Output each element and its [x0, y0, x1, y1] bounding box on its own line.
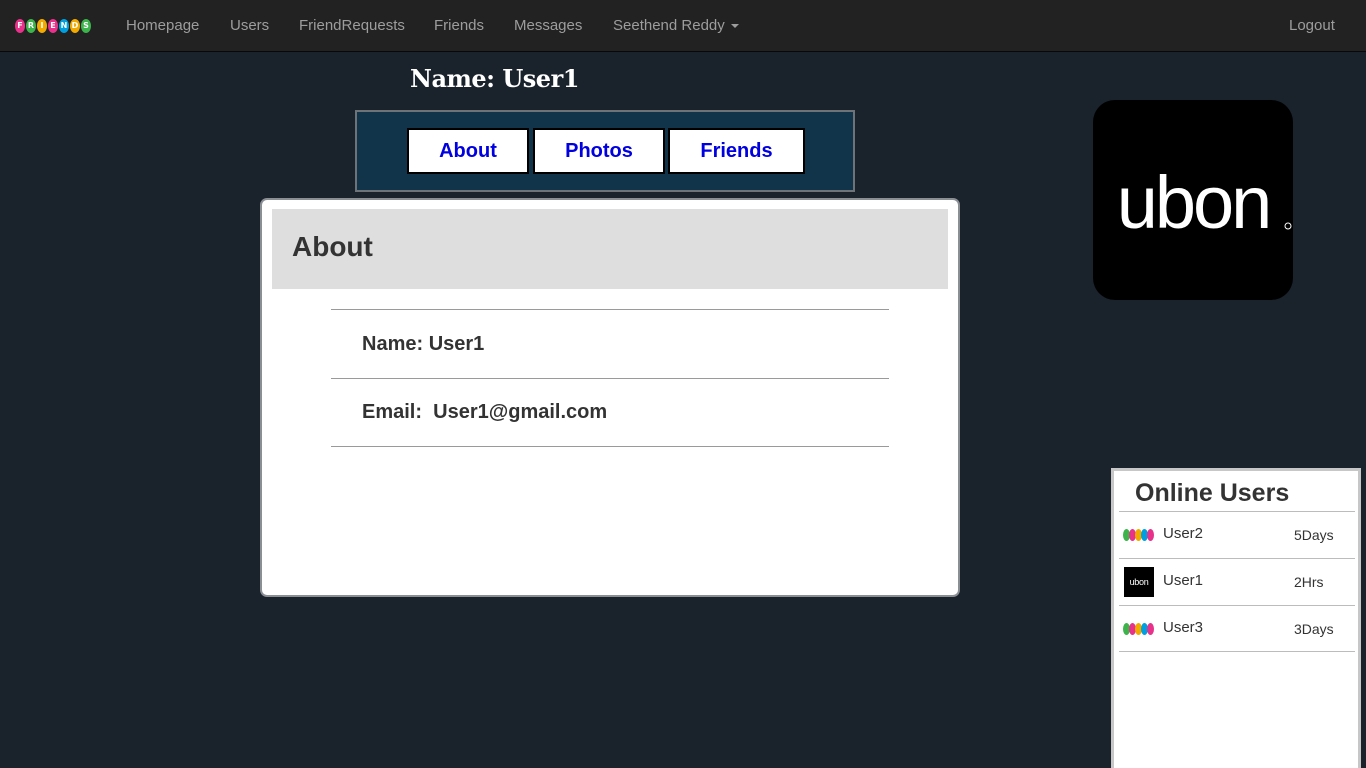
profile-tab-bar: About Photos Friends [355, 110, 855, 192]
email-row: Email: User1@gmail.com [331, 378, 889, 447]
brand-letter: S [81, 19, 91, 33]
tab-friends[interactable]: Friends [668, 128, 805, 174]
top-navbar: F R I E N D S Homepage Users FriendReque… [0, 0, 1366, 52]
brand-letter: N [59, 19, 69, 33]
caret-down-icon [730, 24, 739, 29]
online-users-list: User2 5Days ubon User1 2Hrs User3 3Days [1119, 511, 1355, 652]
about-title: About [292, 231, 373, 262]
account-name: Seethend Reddy [613, 17, 725, 34]
ubon-logo: ubon [1117, 161, 1292, 244]
online-users-title: Online Users [1135, 479, 1290, 507]
avatar [1123, 614, 1154, 644]
name-value: User1 [428, 332, 485, 355]
avatar-logo-text: ubon [1129, 577, 1149, 587]
avatar: ubon [1124, 567, 1154, 597]
brand-logo[interactable]: F R I E N D S [15, 15, 97, 37]
nav-homepage[interactable]: Homepage [126, 17, 199, 34]
nav-friend-requests[interactable]: FriendRequests [299, 17, 405, 34]
profile-heading: Name: User1 [410, 64, 579, 93]
email-value: User1@gmail.com [433, 401, 608, 423]
nav-friends[interactable]: Friends [434, 17, 484, 34]
online-user-time: 5Days [1294, 527, 1334, 543]
brand-letter: D [70, 19, 80, 33]
name-row: Name: User1 [331, 309, 889, 378]
logo-text: ubon [1117, 161, 1270, 244]
online-users-panel: Online Users User2 5Days ubon User1 2Hrs… [1111, 468, 1361, 768]
name-label: Name: [362, 332, 429, 355]
online-user-row[interactable]: User3 3Days [1119, 605, 1355, 652]
online-user-row[interactable]: User2 5Days [1119, 511, 1355, 558]
about-card: About Name: User1 Email: User1@gmail.com [260, 198, 960, 597]
online-user-row[interactable]: ubon User1 2Hrs [1119, 558, 1355, 605]
about-info-list: Name: User1 Email: User1@gmail.com [331, 309, 889, 447]
about-header: About [272, 209, 948, 289]
online-user-time: 2Hrs [1294, 574, 1324, 590]
online-user-name: User2 [1163, 525, 1204, 542]
brand-letter: I [37, 19, 47, 33]
nav-messages[interactable]: Messages [514, 17, 582, 34]
tab-photos[interactable]: Photos [533, 128, 665, 174]
online-user-name: User1 [1163, 572, 1204, 589]
tab-about[interactable]: About [407, 128, 529, 174]
account-dropdown[interactable]: Seethend Reddy [613, 17, 739, 34]
online-user-name: User3 [1163, 619, 1204, 636]
logout-link[interactable]: Logout [1289, 17, 1335, 34]
brand-letter: F [15, 19, 25, 33]
online-user-time: 3Days [1294, 621, 1334, 637]
email-label: Email: [362, 401, 434, 423]
avatar [1123, 520, 1154, 550]
nav-users[interactable]: Users [230, 17, 269, 34]
brand-letter: E [48, 19, 58, 33]
profile-picture[interactable]: ubon [1093, 100, 1293, 300]
brand-letter: R [26, 19, 36, 33]
